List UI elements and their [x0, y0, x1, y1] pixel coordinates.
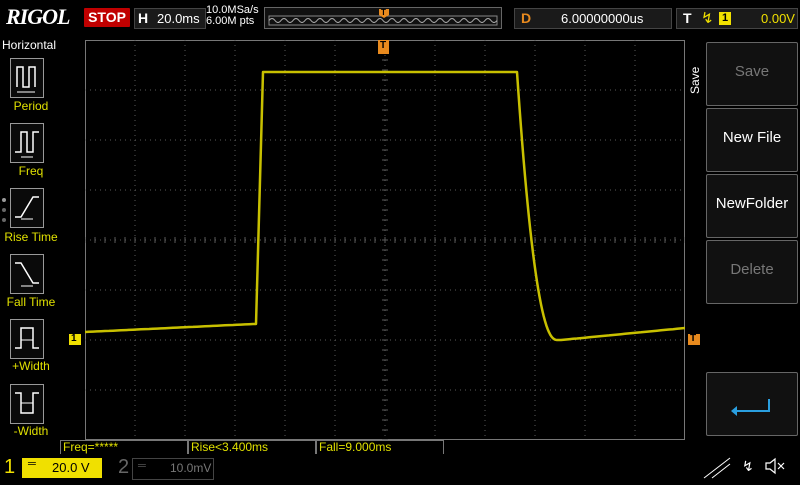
timebase-value: 20.0ms — [157, 11, 200, 26]
trigger-level-value: 0.00V — [761, 11, 795, 26]
trigger-source-badge: 1 — [719, 12, 731, 25]
trigger-label: T — [683, 10, 692, 26]
softkey-corner-icon — [700, 454, 736, 480]
trigger-position-top-marker[interactable]: T — [378, 40, 389, 54]
softkey-new-file[interactable]: New File — [706, 108, 798, 172]
timebase-label: H — [138, 10, 149, 26]
scroll-dot — [2, 218, 6, 222]
trigger-level-marker[interactable]: T — [688, 333, 700, 345]
softkey-save-label: Save — [734, 63, 770, 80]
softkey-new-folder-label: NewFolder — [715, 195, 789, 212]
measurement-rise: Rise<3.400ms — [188, 440, 316, 455]
ch1-level-marker[interactable]: 1 — [69, 333, 81, 345]
fall-time-label: Fall Time — [6, 295, 56, 309]
rise-time-icon — [15, 196, 39, 220]
measurement-fall: Fall=9.000ms — [316, 440, 444, 455]
softkey-new-folder[interactable]: NewFolder — [706, 174, 798, 238]
period-icon — [16, 66, 36, 93]
pos-width-label: +Width — [12, 359, 50, 373]
ch1-box[interactable]: 1 ═ 20.0 V — [0, 455, 104, 480]
fall-time-icon — [15, 262, 39, 287]
trigger-top-label: T — [380, 40, 387, 51]
scroll-dot — [2, 198, 6, 202]
delay-box[interactable]: D 6.00000000us — [514, 8, 672, 29]
softkey-return[interactable] — [706, 372, 798, 436]
measurement-freq: Freq=***** — [60, 440, 188, 455]
run-stop-indicator[interactable]: STOP — [84, 8, 130, 27]
ch1-scale: 20.0 V — [52, 460, 90, 475]
ch2-box[interactable]: 2 ═ 10.0mV — [108, 455, 214, 480]
ch2-number: 2 — [118, 456, 130, 478]
rising-edge-icon: ↯ — [701, 10, 714, 27]
mute-icon[interactable] — [764, 456, 786, 476]
ch2-scale: 10.0mV — [170, 461, 212, 475]
timebase-box[interactable]: H 20.0ms — [134, 8, 206, 29]
trigger-level-label: T — [690, 333, 697, 344]
neg-width-button[interactable] — [10, 384, 44, 424]
rise-time-button[interactable] — [10, 188, 44, 228]
rise-time-label: Rise Time — [4, 230, 58, 244]
period-label: Period — [13, 99, 49, 113]
delay-value: 6.00000000us — [561, 11, 644, 26]
softkey-new-file-label: New File — [722, 129, 782, 146]
freq-label: Freq — [18, 164, 44, 178]
delay-label: D — [521, 10, 532, 26]
fall-time-button[interactable] — [10, 254, 44, 294]
softkey-delete-label: Delete — [730, 261, 774, 278]
measure-panel-title: Horizontal — [2, 38, 57, 52]
trigger-position-marker: T — [381, 8, 386, 17]
softkey-delete[interactable]: Delete — [706, 240, 798, 304]
ch2-coupling-icon: ═ — [138, 460, 146, 472]
dc-coupling-icon: ═ — [28, 458, 36, 470]
freq-icon — [15, 131, 39, 158]
return-arrow-icon — [731, 399, 770, 416]
memory-depth: 6.00M pts — [206, 15, 255, 27]
rigol-logo: RIGOL — [6, 4, 70, 29]
neg-width-icon — [15, 392, 39, 414]
period-button[interactable] — [10, 58, 44, 98]
scroll-dot — [2, 208, 6, 212]
neg-width-label: -Width — [13, 424, 49, 438]
ch1-number: 1 — [4, 456, 16, 478]
memory-position-bar[interactable]: T — [264, 7, 502, 29]
usb-icon: ↯ — [742, 458, 754, 474]
trigger-box[interactable]: T ↯ 1 0.00V — [676, 8, 798, 29]
graticule — [85, 40, 685, 440]
ch1-level-label: 1 — [71, 333, 77, 344]
softkey-save[interactable]: Save — [706, 42, 798, 106]
menu-title: Save — [688, 66, 702, 94]
freq-button[interactable] — [10, 123, 44, 163]
waveform-display[interactable] — [85, 40, 685, 440]
acquisition-info: 10.0MSa/s 6.00M pts — [206, 5, 259, 27]
pos-width-icon — [15, 327, 39, 349]
pos-width-button[interactable] — [10, 319, 44, 359]
